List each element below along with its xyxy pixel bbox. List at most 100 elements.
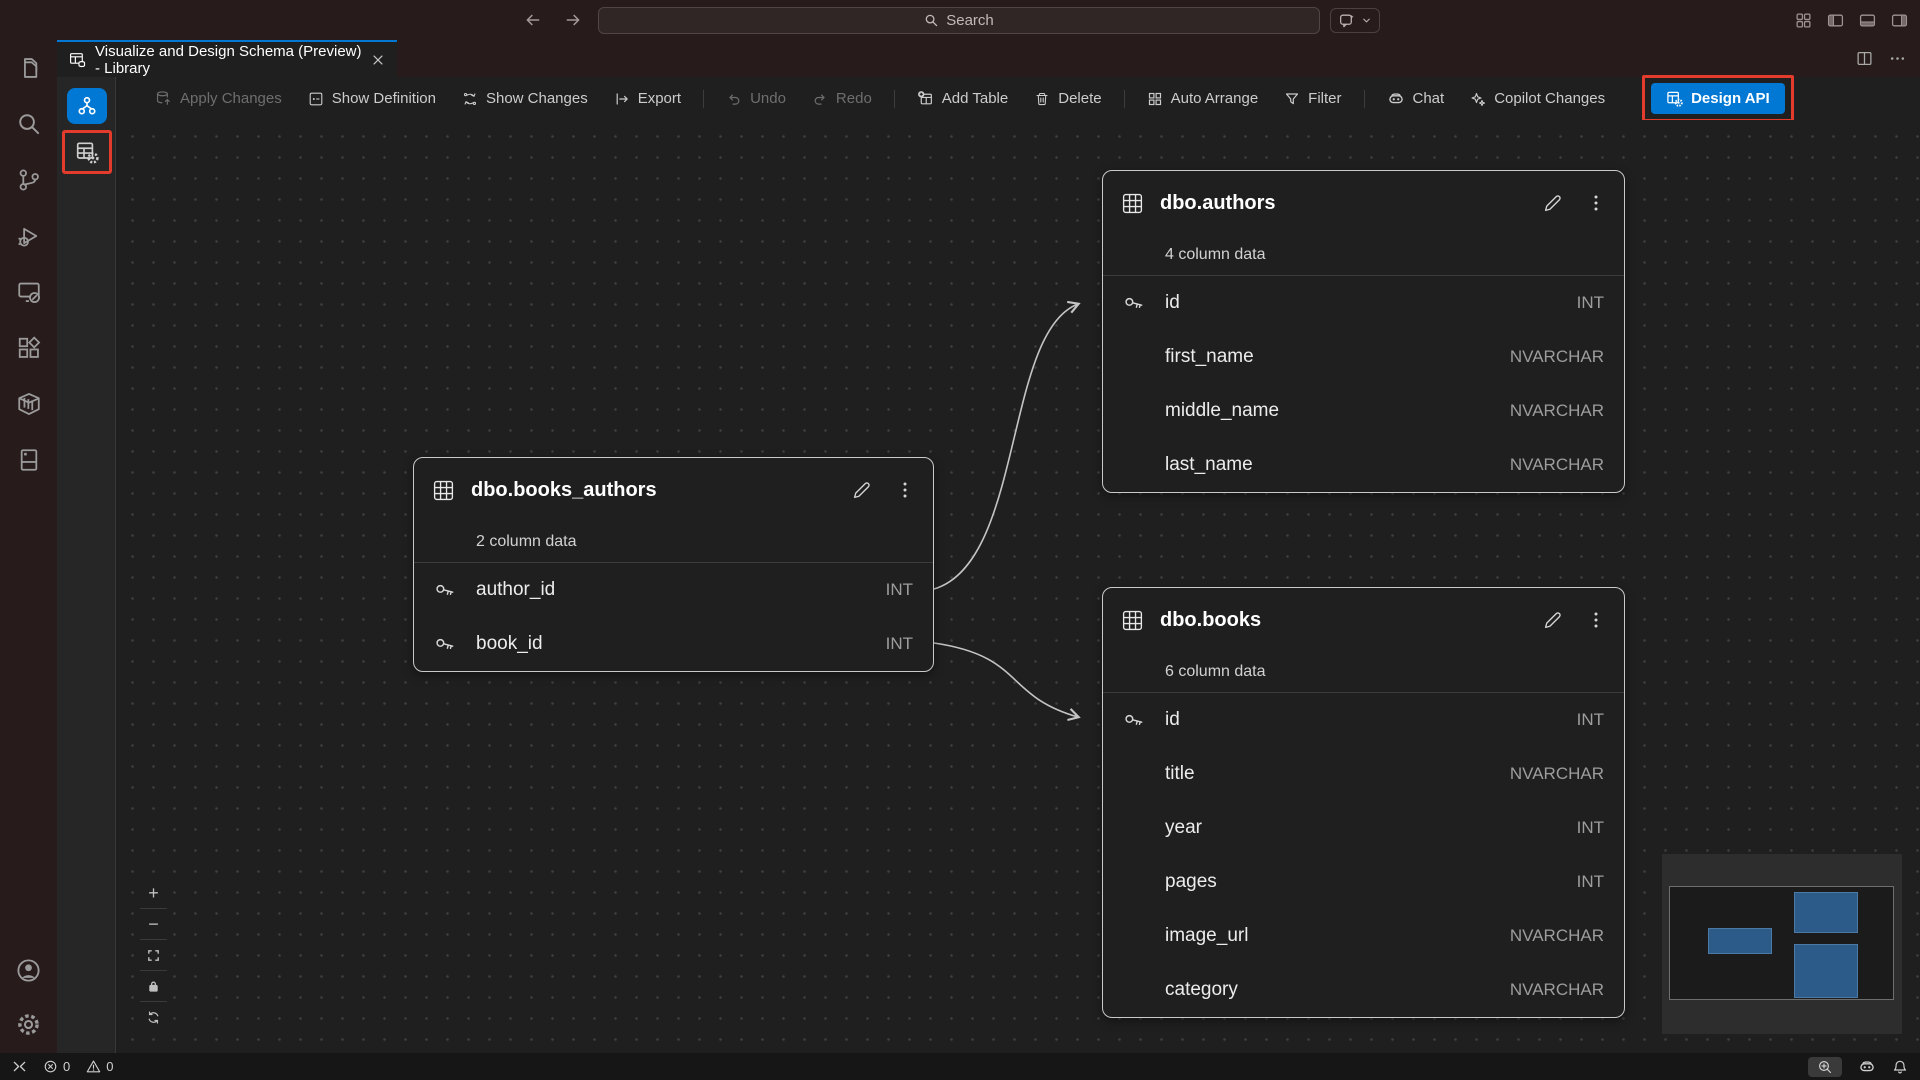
edit-pencil-icon[interactable] [1541,609,1564,632]
remote-indicator-icon[interactable] [12,1059,27,1074]
copilot-menu-button[interactable] [1330,8,1380,33]
activity-bar [0,40,57,1053]
column-name: category [1165,979,1510,1001]
sparkle-icon [1470,91,1486,107]
column-row: year INT [1103,801,1624,855]
explorer-icon[interactable] [14,53,44,83]
column-count: 6 column data [1103,652,1624,692]
column-row: first_name NVARCHAR [1103,330,1624,384]
table-name: dbo.authors [1160,192,1541,215]
tab-close-icon[interactable] [371,53,385,67]
show-definition-button[interactable]: Show Definition [295,84,449,114]
column-type: NVARCHAR [1510,980,1604,1000]
reset-sync-button[interactable] [140,1002,167,1033]
schema-canvas[interactable]: dbo.books_authors 2 column data author_i… [116,120,1920,1053]
canvas-zoom-indicator[interactable] [1808,1057,1842,1077]
status-bar: 0 0 [0,1053,1920,1080]
schema-designer-tab-icon [69,51,86,68]
column-count: 4 column data [1103,235,1624,275]
table-grid-icon [1121,609,1144,632]
key-icon [1123,292,1165,314]
chevron-down-icon [1361,15,1372,26]
definition-icon [308,91,324,107]
schema-view-button[interactable] [67,88,107,124]
filter-button[interactable]: Filter [1271,84,1354,114]
run-debug-icon[interactable] [14,221,44,251]
container-icon[interactable] [14,389,44,419]
column-row: image_url NVARCHAR [1103,909,1624,963]
auto-arrange-label: Auto Arrange [1171,90,1259,107]
kebab-menu-icon[interactable] [1586,193,1606,213]
column-row: title NVARCHAR [1103,747,1624,801]
table-node-header: dbo.books [1103,588,1624,652]
column-row: id INT [1103,276,1624,330]
source-control-icon[interactable] [14,165,44,195]
chat-label: Chat [1413,90,1445,107]
tab-title: Visualize and Design Schema (Preview) - … [95,43,362,77]
tab-visualize-design-schema[interactable]: Visualize and Design Schema (Preview) - … [57,40,397,77]
add-table-icon [917,90,934,107]
design-api-label: Design API [1691,90,1770,107]
design-api-button[interactable]: Design API [1651,83,1785,114]
edit-pencil-icon[interactable] [850,479,873,502]
column-type: NVARCHAR [1510,455,1604,475]
table-node-authors[interactable]: dbo.authors 4 column data id INT first_n… [1102,170,1625,493]
problems-warnings[interactable]: 0 [86,1059,113,1074]
kebab-menu-icon[interactable] [1586,610,1606,630]
database-upload-icon [155,90,172,107]
designer-side-panel [57,77,116,1053]
lock-button[interactable] [140,971,167,1002]
table-node-books-authors[interactable]: dbo.books_authors 2 column data author_i… [413,457,934,672]
table-grid-icon [432,479,455,502]
kebab-menu-icon[interactable] [895,480,915,500]
auto-arrange-button[interactable]: Auto Arrange [1134,84,1272,114]
toggle-secondary-sidebar-icon[interactable] [1891,12,1908,29]
table-config-button[interactable] [69,134,105,170]
copilot-changes-button[interactable]: Copilot Changes [1457,84,1618,114]
chat-button[interactable]: Chat [1374,84,1458,114]
table-name: dbo.books_authors [471,479,850,502]
customize-layout-icon[interactable] [1795,12,1812,29]
export-button[interactable]: Export [601,84,694,114]
apply-changes-button[interactable]: Apply Changes [142,84,295,114]
undo-button[interactable]: Undo [713,84,799,114]
account-icon[interactable] [14,955,44,985]
minimap-node-books-authors [1708,928,1772,954]
table-node-header: dbo.books_authors [414,458,933,522]
show-changes-button[interactable]: Show Changes [449,84,601,114]
search-activity-icon[interactable] [14,109,44,139]
remote-explorer-icon[interactable] [14,277,44,307]
search-input[interactable]: Search [598,7,1320,34]
vscode-window: Search [0,0,1920,1080]
tab-bar: Visualize and Design Schema (Preview) - … [57,40,1920,77]
zoom-out-button[interactable]: − [140,909,167,940]
minimap[interactable] [1662,854,1902,1034]
table-node-books[interactable]: dbo.books 6 column data id INT title NVA… [1102,587,1625,1018]
settings-gear-icon[interactable] [14,1009,44,1039]
extensions-icon[interactable] [14,333,44,363]
split-editor-icon[interactable] [1856,50,1873,67]
copilot-chat-icon [1338,12,1355,29]
toggle-panel-icon[interactable] [1859,12,1876,29]
copilot-status-icon[interactable] [1858,1058,1876,1076]
edit-pencil-icon[interactable] [1541,192,1564,215]
key-icon [1123,709,1165,731]
forward-arrow-icon[interactable] [564,11,582,29]
apply-changes-label: Apply Changes [180,90,282,107]
fit-view-button[interactable] [140,940,167,971]
delete-button[interactable]: Delete [1021,84,1114,114]
problems-errors[interactable]: 0 [43,1059,70,1074]
column-type: NVARCHAR [1510,926,1604,946]
notifications-bell-icon[interactable] [1892,1059,1908,1075]
column-row: category NVARCHAR [1103,963,1624,1017]
column-type: INT [1577,818,1604,838]
table-name: dbo.books [1160,609,1541,632]
redo-button[interactable]: Redo [799,84,885,114]
back-arrow-icon[interactable] [524,11,542,29]
zoom-in-button[interactable]: + [140,878,167,909]
toggle-sidebar-icon[interactable] [1827,12,1844,29]
more-actions-icon[interactable] [1889,50,1906,67]
column-name: title [1165,763,1510,785]
add-table-button[interactable]: Add Table [904,84,1021,114]
database-project-icon[interactable] [14,445,44,475]
